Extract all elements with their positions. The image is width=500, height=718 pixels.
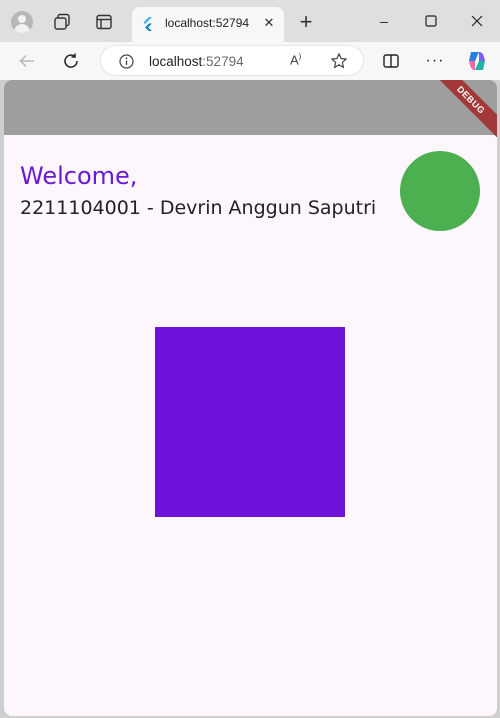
maximize-button[interactable] [418,9,444,33]
url-host: localhost [149,54,203,69]
read-aloud-icon[interactable]: A) [290,52,301,67]
app-bar [4,80,497,135]
split-screen-icon[interactable] [378,48,404,74]
star-icon[interactable] [330,52,348,70]
flutter-icon [141,17,155,31]
collections-icon[interactable] [49,9,75,35]
url-port: :52794 [202,54,244,69]
plus-icon[interactable]: + [295,11,317,34]
browser-tab-active[interactable]: localhost:52794 ✕ [132,7,284,42]
back-arrow-icon[interactable] [14,48,40,74]
app-viewport: DEBUG Welcome, 2211104001 - Devrin Anggu… [4,80,497,716]
reload-icon[interactable] [58,48,84,74]
copilot-icon[interactable] [464,48,490,74]
avatar [400,151,480,231]
minimize-button[interactable]: – [371,9,397,33]
student-id-name: 2211104001 - Devrin Anggun Saputri [20,197,377,219]
tab-actions-icon[interactable] [91,9,117,35]
more-icon[interactable]: ··· [422,48,448,74]
close-window-button[interactable] [464,9,490,33]
close-icon[interactable]: ✕ [261,15,277,31]
welcome-text: Welcome, [20,162,138,190]
profile-icon[interactable] [9,9,35,35]
purple-square [155,327,345,517]
address-bar[interactable]: localhost:52794 A) [100,45,364,76]
browser-toolbar: localhost:52794 A) ··· [0,42,500,80]
browser-title-bar: localhost:52794 ✕ + – [0,0,500,42]
info-icon[interactable] [119,54,134,69]
url-text: localhost:52794 [149,54,244,69]
tab-title: localhost:52794 [165,16,250,30]
